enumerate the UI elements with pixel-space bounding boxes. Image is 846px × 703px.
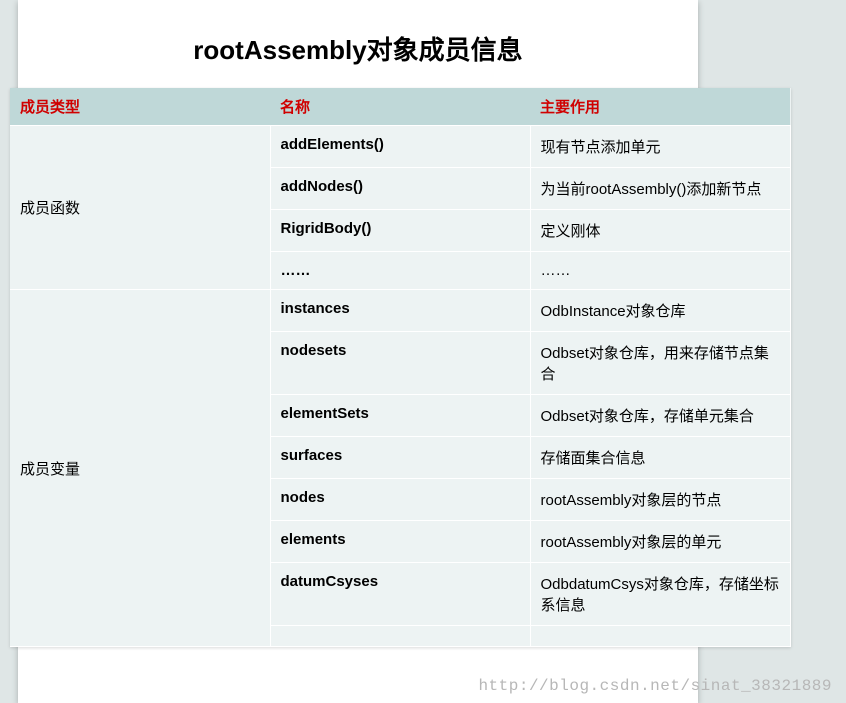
table-row: 成员函数addElements()现有节点添加单元 — [10, 126, 790, 168]
cell-name: datumCsyses — [270, 563, 530, 626]
cell-name: elements — [270, 521, 530, 563]
cell-desc: 现有节点添加单元 — [530, 126, 790, 168]
cell-name: nodes — [270, 479, 530, 521]
cell-name: instances — [270, 290, 530, 332]
cell-name: nodesets — [270, 332, 530, 395]
cell-name: …… — [270, 252, 530, 290]
cell-type: 成员变量 — [10, 290, 270, 647]
col-header-desc: 主要作用 — [530, 88, 790, 126]
cell-desc: Odbset对象仓库，用来存储节点集合 — [530, 332, 790, 395]
cell-desc: 定义刚体 — [530, 210, 790, 252]
col-header-type: 成员类型 — [10, 88, 270, 126]
cell-desc: OdbdatumCsys对象仓库，存储坐标系信息 — [530, 563, 790, 626]
cell-name: addNodes() — [270, 168, 530, 210]
cell-desc — [530, 626, 790, 647]
cell-desc: Odbset对象仓库，存储单元集合 — [530, 395, 790, 437]
cell-desc: OdbInstance对象仓库 — [530, 290, 790, 332]
cell-desc: rootAssembly对象层的节点 — [530, 479, 790, 521]
cell-desc: 为当前rootAssembly()添加新节点 — [530, 168, 790, 210]
cell-name: addElements() — [270, 126, 530, 168]
cell-desc: 存储面集合信息 — [530, 437, 790, 479]
col-header-name: 名称 — [270, 88, 530, 126]
cell-name: surfaces — [270, 437, 530, 479]
cell-desc: rootAssembly对象层的单元 — [530, 521, 790, 563]
table-row: 成员变量instancesOdbInstance对象仓库 — [10, 290, 790, 332]
member-table: 成员类型 名称 主要作用 成员函数addElements()现有节点添加单元ad… — [10, 88, 791, 647]
cell-desc: …… — [530, 252, 790, 290]
cell-name: elementSets — [270, 395, 530, 437]
cell-name: RigridBody() — [270, 210, 530, 252]
cell-type: 成员函数 — [10, 126, 270, 290]
cell-name — [270, 626, 530, 647]
page-title: rootAssembly对象成员信息 — [38, 30, 678, 67]
table-header-row: 成员类型 名称 主要作用 — [10, 88, 790, 126]
